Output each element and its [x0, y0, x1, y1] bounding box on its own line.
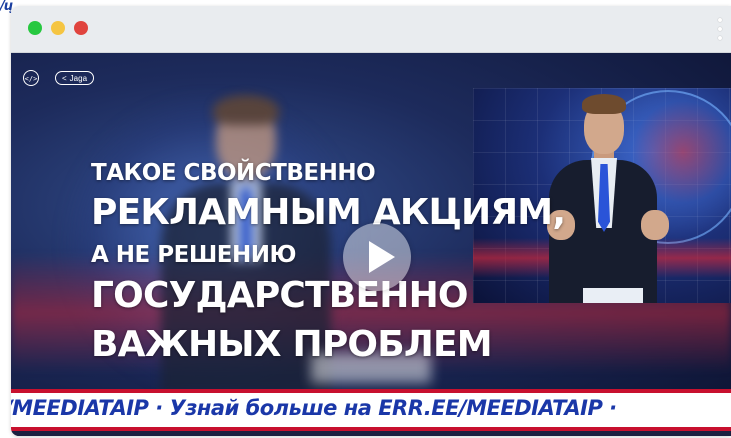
ticker-text: /MEEDIATAIP · Узнай больше на ERR.EE/MEE…: [11, 396, 617, 420]
maximize-button[interactable]: [28, 21, 42, 35]
presenter-right-hand: [641, 210, 669, 240]
window-titlebar: [11, 6, 731, 53]
caption-line-5: ВАЖНЫХ ПРОБЛЕМ: [91, 324, 493, 365]
caption-line-3: А НЕ РЕШЕНИЮ: [91, 242, 296, 268]
news-desk: [583, 288, 643, 303]
play-button[interactable]: [343, 223, 411, 291]
kebab-menu-icon[interactable]: [717, 18, 723, 40]
caption-line-1: ТАКОЕ СВОЙСТВЕННО: [91, 160, 376, 186]
video-player[interactable]: ТАКОЕ СВОЙСТВЕННО РЕКЛАМНЫМ АКЦИЯМ, А НЕ…: [11, 53, 731, 436]
caption-line-4: ГОСУДАРСТВЕННО: [91, 275, 469, 316]
minimize-button[interactable]: [51, 21, 65, 35]
share-label: Jaga: [69, 73, 88, 83]
share-icon: <: [62, 73, 67, 83]
embed-code-button[interactable]: </>: [23, 70, 39, 86]
caption-line-2: РЕКЛАМНЫМ АКЦИЯМ,: [91, 192, 566, 233]
play-icon: [369, 241, 395, 273]
close-button[interactable]: [74, 21, 88, 35]
news-ticker: /MEEDIATAIP · Узнай больше на ERR.EE/MEE…: [11, 389, 731, 431]
browser-window: ТАКОЕ СВОЙСТВЕННО РЕКЛАМНЫМ АКЦИЯМ, А НЕ…: [11, 6, 731, 436]
share-button[interactable]: < Jaga: [55, 71, 95, 85]
video-bottom-strip: [11, 431, 731, 436]
